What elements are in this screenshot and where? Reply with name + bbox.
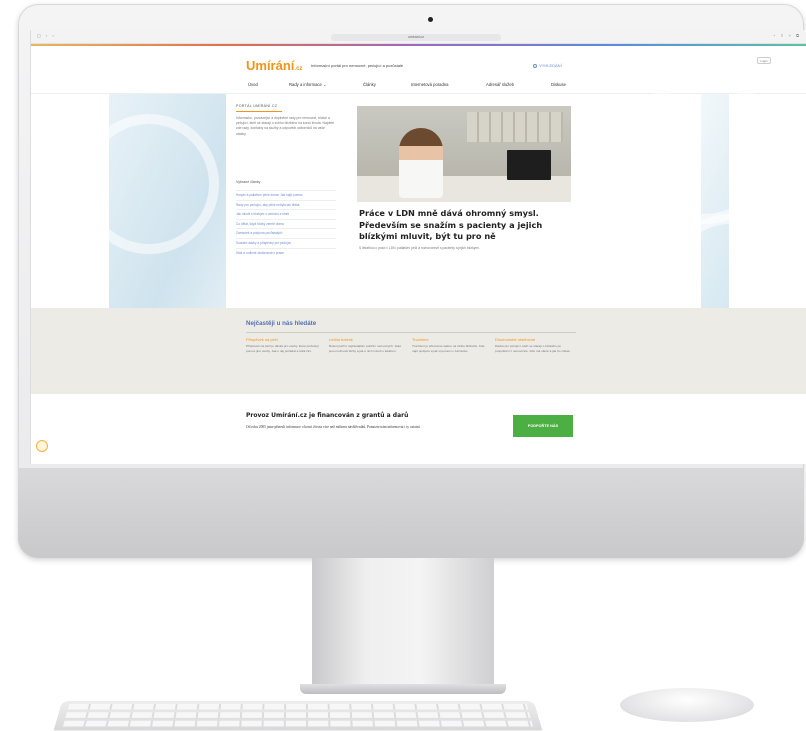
address-bar[interactable]: umirani.cz — [331, 34, 501, 41]
nav-item-rady[interactable]: Rady a informace ⌄ — [289, 82, 327, 87]
photo-computer — [507, 150, 551, 180]
site-tagline: Informační portál pro nemocné, pečující … — [311, 63, 404, 68]
site-header: Umírání.cz Informační portál pro nemocné… — [31, 46, 806, 78]
topic-link[interactable]: Hospic a paliativní péče doma: Jak najít… — [236, 190, 336, 200]
bg-swirl — [79, 114, 219, 254]
topic-link[interactable]: Stáž a rodinné zkušenosti z praxe — [236, 247, 336, 258]
logo-tld: .cz — [294, 66, 303, 72]
logo-text: Umírání — [246, 58, 295, 73]
monitor-stand — [312, 558, 494, 690]
faq-title: Nejčastěji u nás hledáte — [246, 320, 317, 327]
hero-photo[interactable] — [357, 106, 571, 202]
faq-column[interactable]: Léčba bolesti Bolest patří k nejčastější… — [329, 337, 405, 353]
hero-article-title[interactable]: Práce v LDN mně dává ohromný smysl. Před… — [359, 208, 579, 243]
faq-divider — [246, 332, 576, 333]
nav-item-poradna[interactable]: Internetová poradna — [411, 82, 448, 87]
topic-link[interactable]: Jak mluvit s blízkým o umírání a smrti — [236, 209, 336, 219]
nav-item-uvod[interactable]: Úvod — [248, 82, 258, 87]
screen: ▢ ‹ › umirani.cz ◔ ⇧ + ⧉ Umírání.cz Info… — [30, 30, 806, 464]
topics-list: Hospic a paliativní péče doma: Jak najít… — [236, 190, 336, 257]
portal-description: Informační, provázející a doplněné rady … — [236, 116, 335, 136]
photo-doctor — [399, 128, 443, 198]
topic-link[interactable]: Co dělat, když blízký zemře doma — [236, 218, 336, 229]
topic-link[interactable]: Zármutek a podpora pozůstalých — [236, 228, 336, 238]
search-button[interactable]: VYHLEDÁNÍ — [533, 63, 562, 68]
support-button[interactable]: PODPOŘTE NÁS — [513, 415, 573, 437]
portal-rule — [236, 111, 282, 112]
nav-item-adresar[interactable]: Adresář služeb — [486, 82, 514, 87]
nav-item-diskuse[interactable]: Diskuse — [551, 82, 566, 87]
nav-item-clanky[interactable]: Články — [363, 82, 376, 87]
faq-column[interactable]: Příspěvek na péči Příspěvek na péči je d… — [246, 337, 322, 353]
login-button[interactable]: Login — [757, 57, 771, 64]
faq-heading[interactable]: Léčba bolesti — [329, 337, 405, 342]
faq-heading[interactable]: Truchlení — [412, 337, 488, 342]
portal-label: PORTÁL UMÍRÁNÍ.CZ — [236, 104, 278, 108]
mouse — [620, 688, 754, 722]
monitor-chin — [18, 468, 804, 558]
scene: ▢ ‹ › umirani.cz ◔ ⇧ + ⧉ Umírání.cz Info… — [0, 0, 806, 731]
topic-link[interactable]: Sociální dávky a příspěvky pro pečující — [236, 237, 336, 248]
site-logo[interactable]: Umírání.cz — [246, 58, 302, 73]
topic-link[interactable]: Rady pro pečující, aby péče nebyla tak t… — [236, 199, 336, 210]
stand-foot — [300, 684, 506, 694]
photo-shelf — [467, 112, 563, 142]
funding-title: Provoz Umírání.cz je financován z grantů… — [246, 412, 409, 419]
keyboard — [53, 701, 543, 731]
faq-text: Dávka pro pečující, kteří se starají o b… — [495, 344, 571, 353]
camera-dot — [428, 17, 433, 22]
browser-tool-icons[interactable]: ◔ ⇧ + ⧉ — [773, 33, 801, 38]
faq-heading[interactable]: Dlouhodobé ošetřovné — [495, 337, 571, 342]
cookie-settings-icon[interactable] — [36, 440, 48, 452]
browser-toolbar: ▢ ‹ › umirani.cz ◔ ⇧ + ⧉ — [31, 30, 806, 44]
hero-article-subtitle: S lékařkou o práci v LDN, paliativní péč… — [359, 246, 480, 250]
search-label: VYHLEDÁNÍ — [539, 63, 562, 68]
topics-heading: Vybrané články — [236, 180, 261, 184]
faq-heading[interactable]: Příspěvek na péči — [246, 337, 322, 342]
faq-text: Příspěvek na péči je dávka pro osoby, kt… — [246, 344, 319, 353]
browser-nav-icons[interactable]: ▢ ‹ › — [37, 33, 56, 38]
faq-text: Truchlení je přirozená reakce na ztrátu … — [412, 344, 485, 353]
funding-text: Od roku 2005 jsme přinesli informace o k… — [246, 425, 421, 429]
search-icon — [533, 64, 537, 68]
faq-text: Bolest patří k nejčastějším potížím nemo… — [329, 344, 402, 353]
faq-column[interactable]: Dlouhodobé ošetřovné Dávka pro pečující,… — [495, 337, 571, 353]
faq-column[interactable]: Truchlení Truchlení je přirozená reakce … — [412, 337, 488, 353]
